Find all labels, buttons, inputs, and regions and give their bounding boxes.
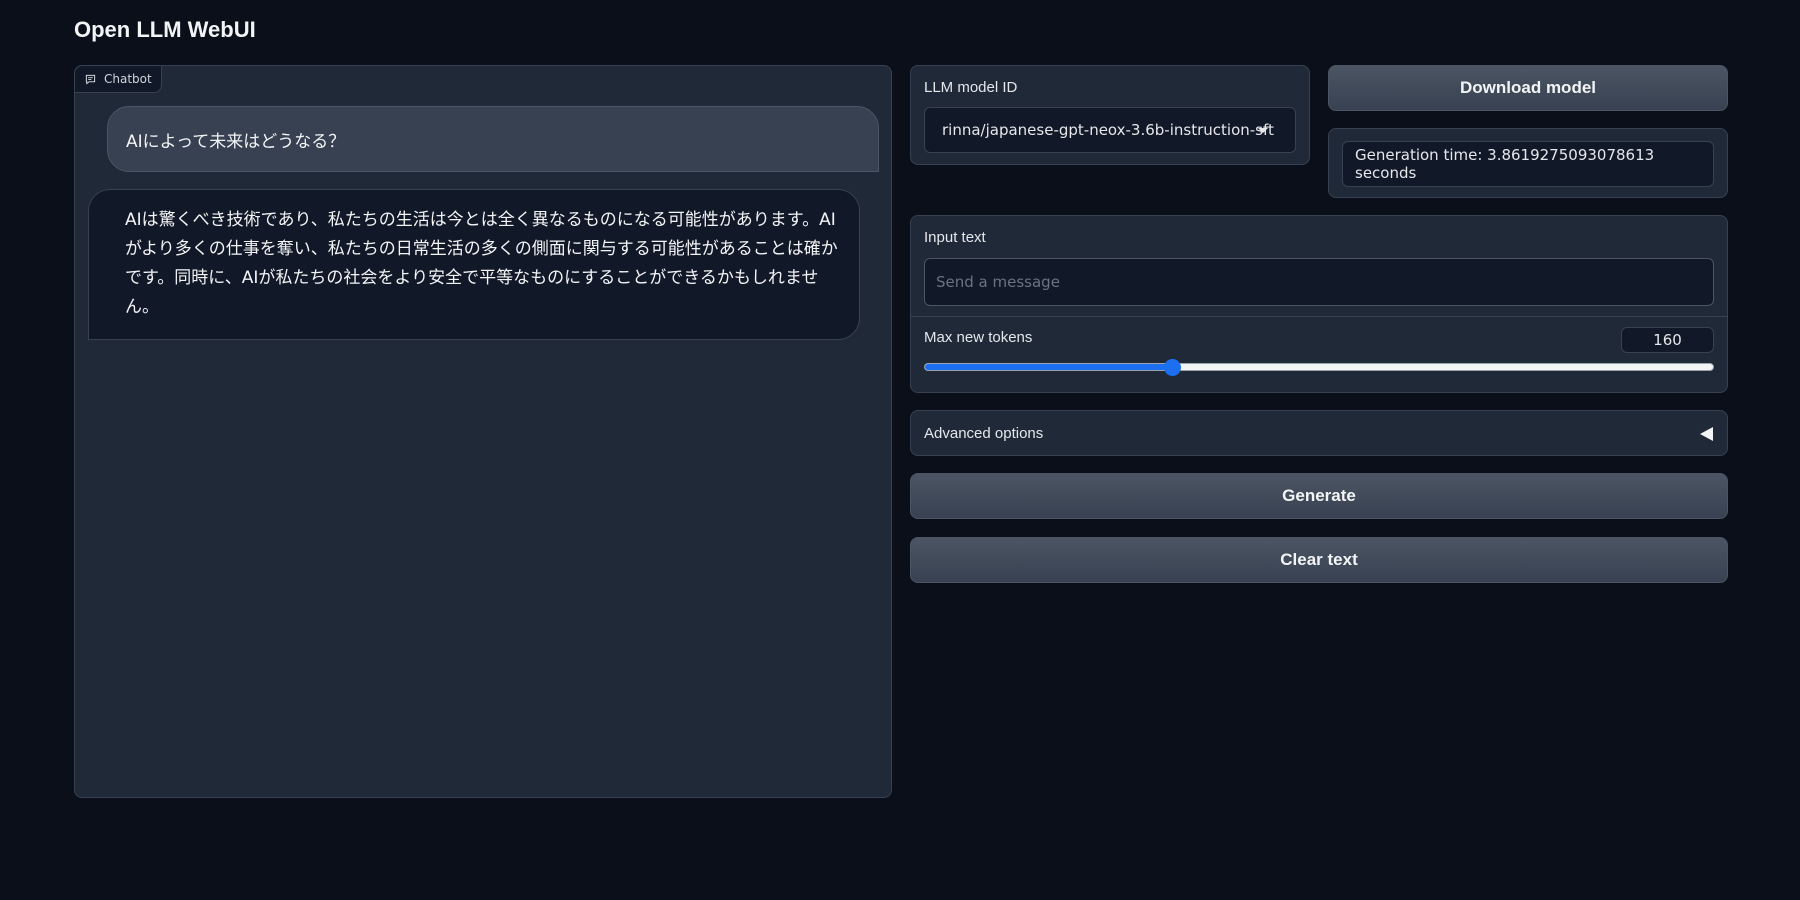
user-message: AIによって未来はどうなる？ <box>107 106 879 172</box>
input-block: Input text Max new tokens 160 <box>910 215 1728 393</box>
slider-thumb[interactable] <box>1164 359 1182 376</box>
model-label: LLM model ID <box>924 79 1018 96</box>
app-root: Open LLM WebUI Chatbot AIによって未来はどうなる？ AI… <box>0 0 1800 900</box>
generation-time-block: Generation time: 3.8619275093078613 seco… <box>1328 128 1728 198</box>
message-input[interactable] <box>924 258 1714 306</box>
chatbot-panel: Chatbot AIによって未来はどうなる？ AIは驚くべき技術であり、私たちの… <box>74 65 892 798</box>
max-new-tokens-number[interactable]: 160 <box>1621 327 1714 353</box>
triangle-left-icon <box>1700 427 1713 441</box>
chat-bubble-icon <box>85 74 96 85</box>
chatbot-label: Chatbot <box>75 66 162 93</box>
chatbot-label-text: Chatbot <box>104 72 152 86</box>
model-dropdown-value: rinna/japanese-gpt-neox-3.6b-instruction… <box>942 121 1274 139</box>
max-new-tokens-label: Max new tokens <box>924 329 1033 346</box>
clear-text-button[interactable]: Clear text <box>910 537 1728 583</box>
model-dropdown[interactable]: rinna/japanese-gpt-neox-3.6b-instruction… <box>924 107 1296 153</box>
max-new-tokens-slider[interactable] <box>924 359 1714 376</box>
chevron-down-icon <box>1258 128 1268 133</box>
generate-button[interactable]: Generate <box>910 473 1728 519</box>
download-model-button[interactable]: Download model <box>1328 65 1728 111</box>
input-label: Input text <box>924 229 986 246</box>
slider-fill <box>925 364 1173 370</box>
generation-time-text: Generation time: 3.8619275093078613 seco… <box>1342 141 1714 187</box>
advanced-options-label: Advanced options <box>924 425 1044 442</box>
model-block: LLM model ID rinna/japanese-gpt-neox-3.6… <box>910 65 1310 165</box>
divider <box>911 316 1727 317</box>
page-title: Open LLM WebUI <box>74 17 256 42</box>
advanced-options-accordion[interactable]: Advanced options <box>910 410 1728 456</box>
bot-message: AIは驚くべき技術であり、私たちの生活は今とは全く異なるものになる可能性がありま… <box>88 189 860 340</box>
